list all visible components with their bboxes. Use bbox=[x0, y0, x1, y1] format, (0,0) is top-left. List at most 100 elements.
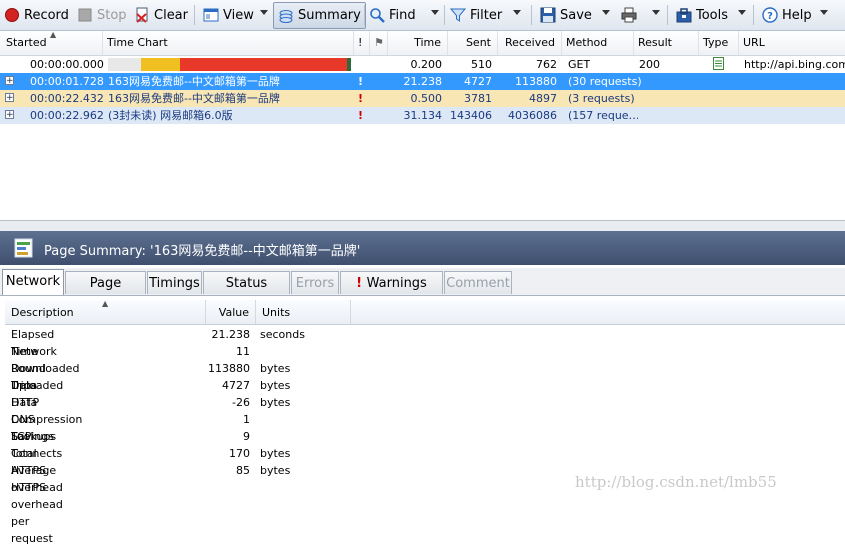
session-row[interactable]: 00:00:00.000 0.200 510 762 GET 200 http:… bbox=[0, 56, 845, 73]
value-cell: 9 bbox=[243, 430, 250, 443]
tools-dropdown-arrow-icon[interactable] bbox=[738, 10, 746, 15]
received-cell: 762 bbox=[536, 58, 557, 71]
stop-label: Stop bbox=[97, 7, 127, 23]
column-header-flag[interactable]: ! bbox=[354, 31, 370, 55]
save-label: Save bbox=[560, 7, 592, 23]
received-cell: 4036086 bbox=[508, 109, 557, 122]
session-row[interactable]: + 00:00:01.728 163网易免费邮--中文邮箱第一品牌 ! 21.2… bbox=[0, 73, 845, 90]
filter-dropdown-arrow-icon[interactable] bbox=[513, 10, 521, 15]
session-row[interactable]: + 00:00:22.962 (3封未读) 网易邮箱6.0版 ! 31.134 … bbox=[0, 107, 845, 124]
sent-cell: 143406 bbox=[450, 109, 492, 122]
column-header-method[interactable]: Method bbox=[562, 31, 634, 55]
tab-errors[interactable]: Errors bbox=[291, 271, 339, 294]
print-dropdown-arrow-icon[interactable] bbox=[652, 10, 660, 15]
find-button[interactable]: Find bbox=[369, 3, 416, 27]
time-cell: 0.200 bbox=[410, 58, 443, 71]
print-button[interactable] bbox=[621, 3, 637, 27]
column-header-sent[interactable]: Sent bbox=[448, 31, 498, 55]
value-cell: 113880 bbox=[208, 362, 250, 375]
time-chart-bar bbox=[108, 58, 351, 71]
expand-icon[interactable]: + bbox=[5, 93, 14, 103]
unit-cell: bytes bbox=[260, 362, 291, 375]
value-cell: 21.238 bbox=[211, 328, 251, 341]
unit-cell: bytes bbox=[260, 396, 291, 409]
view-icon bbox=[203, 7, 219, 23]
stop-button[interactable]: Stop bbox=[77, 3, 127, 27]
find-label: Find bbox=[389, 7, 416, 23]
record-icon bbox=[4, 7, 20, 23]
column-header-type[interactable]: Type bbox=[699, 31, 739, 55]
url-cell: http://api.bing.com/q bbox=[744, 58, 845, 71]
method-cell: GET bbox=[568, 58, 591, 71]
tab-network[interactable]: Network bbox=[2, 269, 64, 295]
flag-icon: ⚑ bbox=[374, 36, 384, 49]
warning-icon: ! bbox=[356, 276, 367, 291]
tools-button[interactable]: Tools bbox=[676, 3, 728, 27]
filter-label: Filter bbox=[470, 7, 503, 23]
expand-icon[interactable]: + bbox=[5, 110, 14, 120]
summary-tabs: Network Page Events Timings Status Codes… bbox=[0, 268, 845, 314]
column-header-bookmark[interactable]: ⚑ bbox=[370, 31, 388, 55]
view-label: View bbox=[223, 7, 254, 23]
summary-button[interactable]: Summary bbox=[273, 2, 366, 29]
time-chart-end-segment bbox=[347, 58, 351, 71]
toolbar-separator bbox=[753, 5, 754, 25]
unit-cell: bytes bbox=[260, 464, 291, 477]
column-header-time-chart[interactable]: Time Chart bbox=[103, 31, 354, 55]
session-row[interactable]: + 00:00:22.432 163网易免费邮--中文邮箱第一品牌 ! 0.50… bbox=[0, 90, 845, 107]
filter-button[interactable]: Filter bbox=[449, 3, 503, 27]
clear-icon bbox=[134, 7, 150, 23]
value-cell: 1 bbox=[243, 413, 250, 426]
description-cell: Average HTTPS overhead per request bbox=[11, 464, 63, 545]
toolbox-icon bbox=[676, 7, 692, 23]
floppy-disk-icon bbox=[540, 7, 556, 23]
page-title-cell: 163网易免费邮--中文邮箱第一品牌 bbox=[108, 75, 280, 88]
view-button[interactable]: View bbox=[203, 3, 254, 27]
magnifier-icon bbox=[369, 7, 385, 23]
clear-button[interactable]: Clear bbox=[134, 3, 188, 27]
method-cell: (157 reque… bbox=[568, 109, 638, 122]
started-cell: 00:00:22.432 bbox=[30, 92, 104, 105]
page-summary-header: Page Summary: '163网易免费邮--中文邮箱第一品牌' bbox=[0, 231, 845, 265]
toolbar-separator bbox=[531, 5, 532, 25]
sort-arrow-icon: ▲ bbox=[50, 30, 57, 39]
save-dropdown-arrow-icon[interactable] bbox=[602, 10, 610, 15]
column-header-url[interactable]: URL bbox=[739, 31, 845, 55]
sent-cell: 510 bbox=[471, 58, 492, 71]
tab-comment[interactable]: Comment bbox=[444, 271, 512, 294]
find-dropdown-arrow-icon[interactable] bbox=[431, 10, 439, 15]
received-cell: 113880 bbox=[515, 75, 557, 88]
report-icon bbox=[14, 238, 34, 261]
help-label: Help bbox=[782, 7, 812, 23]
warning-flag: ! bbox=[358, 92, 364, 105]
column-header-result[interactable]: Result bbox=[634, 31, 699, 55]
time-cell: 31.134 bbox=[403, 109, 443, 122]
value-cell: 4727 bbox=[222, 379, 250, 392]
column-header-units[interactable]: Units bbox=[256, 300, 351, 324]
tab-timings[interactable]: Timings bbox=[147, 271, 202, 294]
expand-icon[interactable]: + bbox=[5, 76, 14, 86]
record-button[interactable]: Record bbox=[4, 3, 69, 27]
warning-flag: ! bbox=[358, 75, 364, 88]
view-dropdown-arrow-icon[interactable] bbox=[260, 10, 268, 15]
page-title-cell: 163网易免费邮--中文邮箱第一品牌 bbox=[108, 92, 280, 105]
tools-label: Tools bbox=[696, 7, 729, 23]
help-button[interactable]: ? Help bbox=[762, 3, 812, 27]
column-header-value[interactable]: Value bbox=[206, 300, 256, 324]
document-type-icon bbox=[713, 57, 724, 74]
save-button[interactable]: Save bbox=[540, 3, 592, 27]
column-header-received[interactable]: Received bbox=[498, 31, 562, 55]
tab-status-codes[interactable]: Status Codes bbox=[203, 271, 290, 314]
help-icon: ? bbox=[762, 7, 778, 23]
help-dropdown-arrow-icon[interactable] bbox=[820, 10, 828, 15]
summary-label: Summary bbox=[298, 8, 361, 23]
tab-warnings[interactable]: ! Warnings (52) bbox=[340, 271, 443, 314]
unit-cell: seconds bbox=[260, 328, 305, 341]
column-header-description[interactable]: Description ▲ bbox=[5, 299, 206, 324]
session-grid-header: Started ▲ Time Chart ! ⚑ Time Sent Receiv… bbox=[0, 30, 845, 56]
column-header-started[interactable]: Started ▲ bbox=[2, 30, 103, 55]
clear-label: Clear bbox=[154, 7, 188, 23]
column-header-time[interactable]: Time bbox=[388, 31, 448, 55]
page-title-cell: (3封未读) 网易邮箱6.0版 bbox=[108, 109, 233, 122]
stop-icon bbox=[77, 7, 93, 23]
